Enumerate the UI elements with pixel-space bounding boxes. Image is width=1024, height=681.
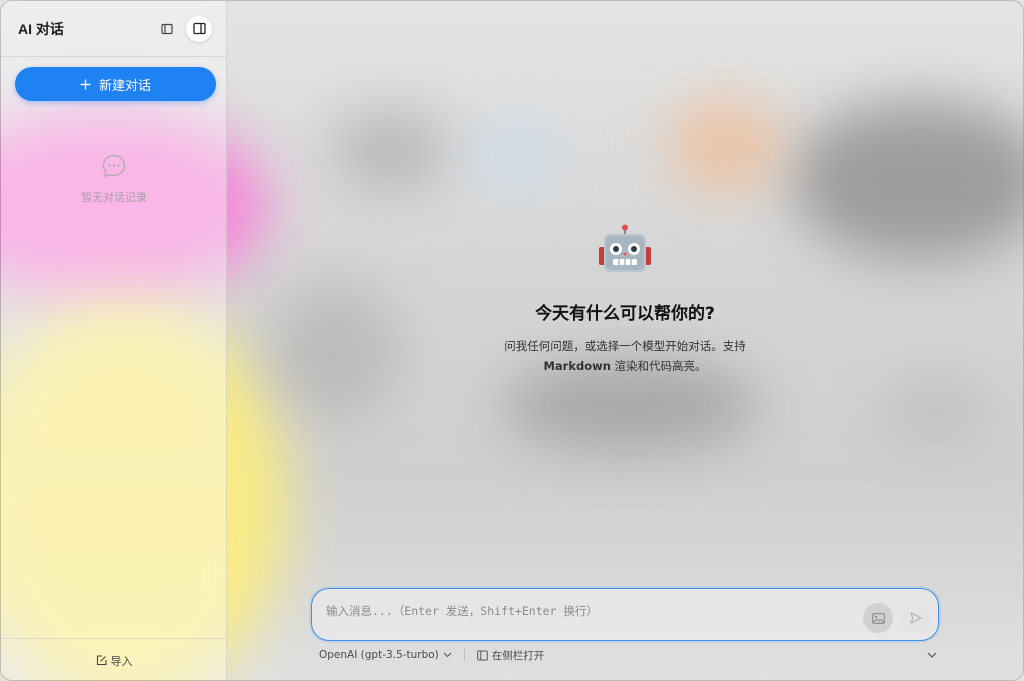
message-composer <box>311 588 939 641</box>
empty-state-text: 暂无对话记录 <box>81 191 147 204</box>
new-chat-label: 新建对话 <box>98 78 151 94</box>
image-icon <box>871 612 885 624</box>
plus-icon <box>80 79 91 89</box>
open-in-sidebar-label: 在侧栏打开 <box>491 649 545 662</box>
welcome-subtitle-line2: 渲染和代码高亮。 <box>610 359 707 373</box>
open-in-sidebar-button[interactable]: 在侧栏打开 <box>476 648 545 663</box>
sidebar-icon <box>192 22 206 35</box>
toolbar-divider <box>463 649 465 661</box>
attach-image-button[interactable] <box>863 603 893 633</box>
import-icon <box>96 655 107 666</box>
model-selector-label: OpenAI (gpt-3.5-turbo) <box>319 649 439 661</box>
sidebar-panel-icon <box>476 650 488 660</box>
robot-icon <box>599 224 651 272</box>
import-button[interactable]: 导入 <box>1 638 227 680</box>
app-window: AI 对话 新建对话 暂无对话记录 导入 今天有什么可以帮你的? 问我任何问题，… <box>0 0 1024 681</box>
empty-state: 暂无对话记录 <box>1 153 227 205</box>
welcome-subtitle-line1: 问我任何问题，或选择一个模型开始对话。支持 <box>504 339 746 353</box>
sidebar: AI 对话 新建对话 暂无对话记录 导入 <box>1 1 227 680</box>
welcome-subtitle: 问我任何问题，或选择一个模型开始对话。支持 Markdown 渲染和代码高亮。 <box>227 336 1023 376</box>
model-selector[interactable]: OpenAI (gpt-3.5-turbo) <box>319 649 452 661</box>
robot-emoji <box>227 223 1023 283</box>
welcome-title: 今天有什么可以帮你的? <box>535 304 715 324</box>
sidebar-header: AI 对话 <box>1 1 226 57</box>
sidebar-toggle-button[interactable] <box>186 15 212 42</box>
import-label: 导入 <box>110 654 133 668</box>
collapse-panel-button[interactable] <box>154 16 180 42</box>
send-button[interactable] <box>901 603 931 633</box>
composer-toolbar: OpenAI (gpt-3.5-turbo) 在侧栏打开 <box>319 647 937 663</box>
panel-left-icon <box>161 23 173 34</box>
message-input[interactable] <box>326 602 846 620</box>
new-chat-button[interactable]: 新建对话 <box>15 67 216 101</box>
send-icon <box>910 612 922 624</box>
welcome-subtitle-bold: Markdown <box>543 359 611 373</box>
app-title: AI 对话 <box>18 20 64 37</box>
expand-options-button[interactable] <box>927 652 937 658</box>
welcome-panel: 今天有什么可以帮你的? 问我任何问题，或选择一个模型开始对话。支持 Markdo… <box>227 223 1023 376</box>
chevron-down-icon <box>443 652 452 658</box>
chevron-down-icon <box>927 652 937 658</box>
chat-main: 今天有什么可以帮你的? 问我任何问题，或选择一个模型开始对话。支持 Markdo… <box>227 1 1023 680</box>
chat-bubble-icon <box>102 154 126 178</box>
